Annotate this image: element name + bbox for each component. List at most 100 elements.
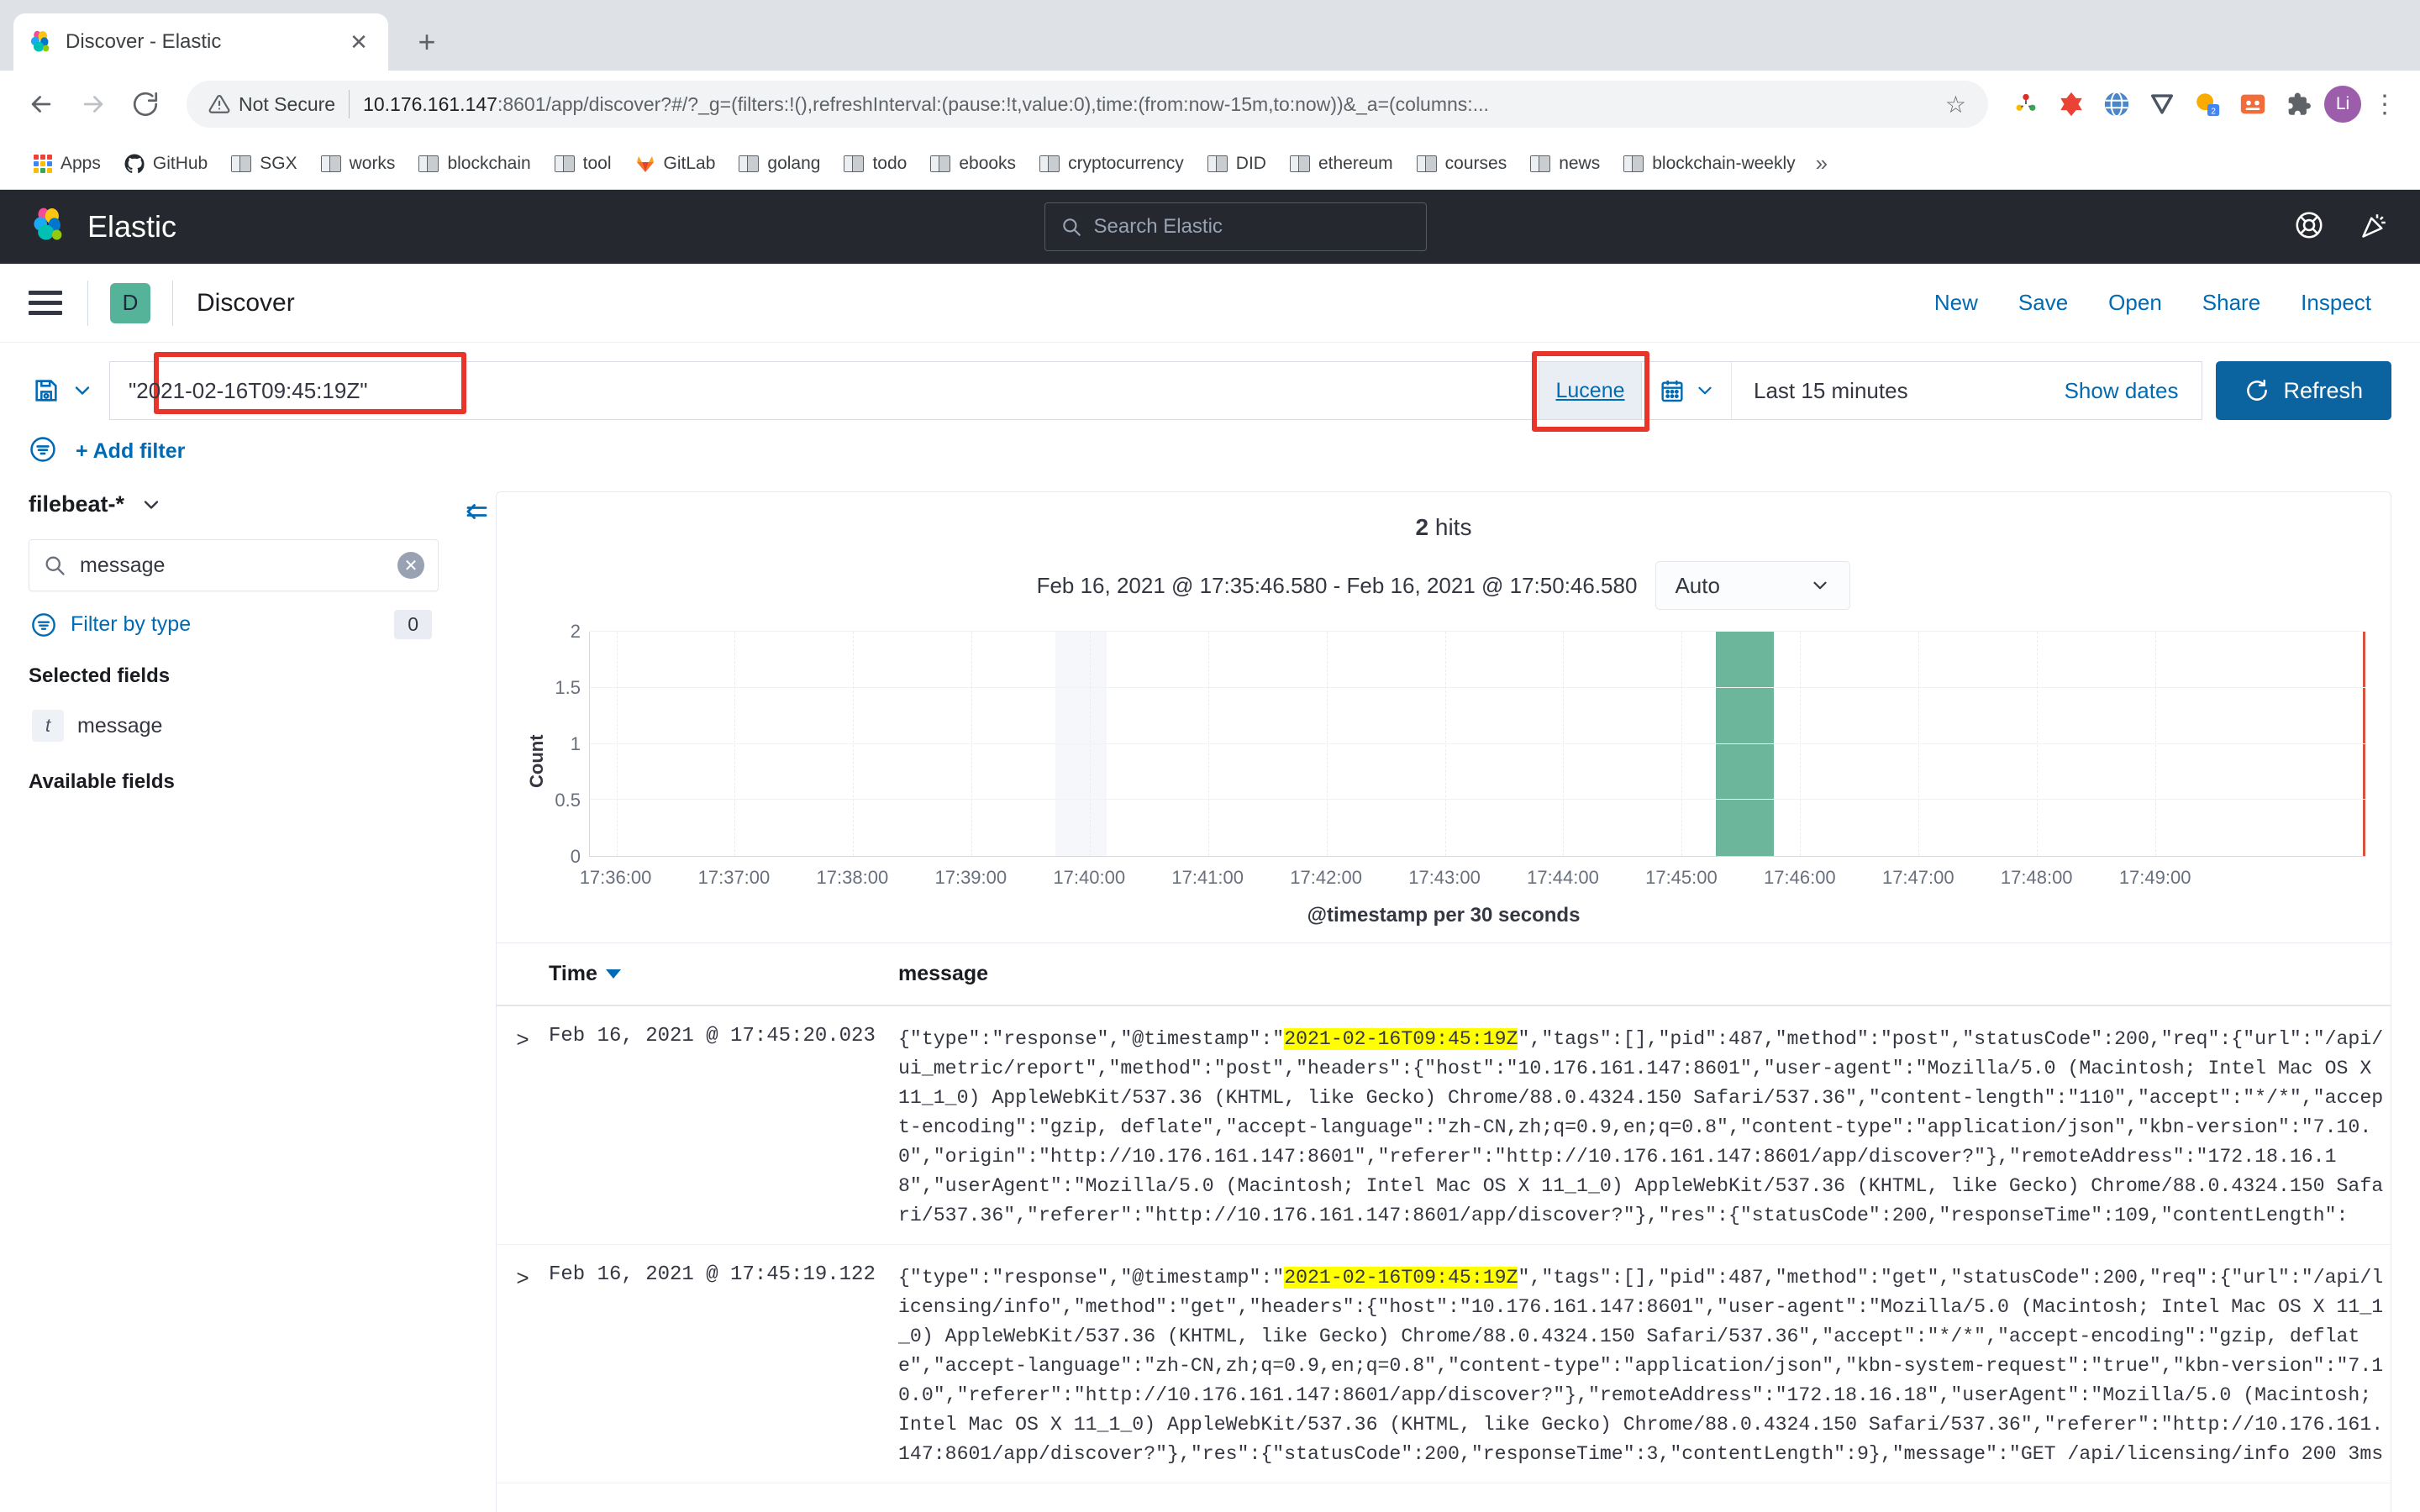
time-column-header[interactable]: Time (549, 962, 898, 986)
app-nav-bar: D Discover New Save Open Share Inspect (0, 264, 2420, 343)
share-button[interactable]: Share (2182, 290, 2281, 316)
chart-gridline (1326, 632, 1328, 856)
profile-avatar[interactable]: Li (2324, 86, 2361, 123)
back-icon[interactable] (18, 81, 64, 127)
bookmark-blockchain-weekly[interactable]: blockchain-weekly (1612, 149, 1807, 179)
address-bar[interactable]: Not Secure 10.176.161.147:8601/app/disco… (187, 81, 1988, 128)
histogram-bar[interactable] (1715, 632, 1775, 856)
extension-icon-1[interactable] (2007, 85, 2045, 123)
x-tick: 17:46:00 (1764, 867, 1836, 888)
extension-icon-2[interactable] (2052, 85, 2091, 123)
extension-icon-4[interactable] (2143, 85, 2181, 123)
new-button[interactable]: New (1914, 290, 1998, 316)
kibana-brand[interactable]: Elastic (30, 206, 176, 249)
index-pattern-name: filebeat-* (29, 491, 125, 517)
close-icon[interactable]: ✕ (345, 28, 373, 56)
nav-divider (87, 280, 88, 326)
bookmark-ethereum[interactable]: ethereum (1278, 149, 1405, 179)
security-indicator[interactable]: Not Secure (208, 93, 335, 116)
filter-by-type-button[interactable]: Filter by type 0 (29, 591, 439, 658)
saved-query-button[interactable] (29, 376, 109, 405)
field-search-input[interactable]: message ✕ (29, 539, 439, 591)
query-language-button[interactable]: Lucene (1532, 351, 1650, 432)
bookmark-courses[interactable]: courses (1405, 149, 1519, 179)
row-message: {"type":"response","@timestamp":"2021-02… (898, 1025, 2391, 1231)
security-label: Not Secure (239, 92, 336, 115)
time-range-label[interactable]: Last 15 minutes (1732, 378, 1930, 404)
chart-gridline (1918, 632, 1920, 856)
bookmark-ebooks[interactable]: ebooks (918, 149, 1028, 179)
refresh-button[interactable]: Refresh (2216, 361, 2391, 420)
bookmark-works[interactable]: works (309, 149, 408, 179)
x-tick: 17:48:00 (2000, 867, 2073, 888)
folder-icon (231, 155, 252, 172)
refresh-icon (2247, 379, 2268, 401)
news-feed-icon[interactable] (2360, 210, 2390, 244)
chart-gridline (1089, 632, 1091, 856)
help-icon[interactable] (2294, 210, 2324, 244)
field-item-message[interactable]: t message (29, 703, 439, 764)
document-table: Time message > Feb 16, 2021 @ 17:45:20.0… (497, 942, 2391, 1483)
chart-plot-area[interactable] (589, 631, 2365, 857)
clear-icon[interactable]: ✕ (397, 552, 424, 579)
bookmark-tool[interactable]: tool (543, 149, 623, 179)
y-axis-ticks: 0 0.5 1 1.5 2 (552, 621, 589, 867)
save-button[interactable]: Save (1998, 290, 2088, 316)
chart-gridline (853, 632, 855, 856)
bookmark-blockchain[interactable]: blockchain (407, 149, 542, 179)
add-filter-button[interactable]: + Add filter (76, 439, 185, 464)
menu-icon[interactable] (29, 291, 62, 315)
table-row[interactable]: > Feb 16, 2021 @ 17:45:19.122 {"type":"r… (497, 1245, 2391, 1483)
url-text: 10.176.161.147:8601/app/discover?#/?_g=(… (363, 93, 1935, 116)
calendar-icon (1661, 381, 1683, 402)
bookmark-github[interactable]: GitHub (113, 149, 219, 179)
show-dates-button[interactable]: Show dates (1930, 378, 2202, 404)
query-input[interactable]: "2021-02-16T09:45:19Z" (109, 352, 1539, 420)
filter-icon[interactable] (29, 435, 57, 468)
bookmark-apps[interactable]: Apps (22, 149, 113, 179)
chart-gridline (971, 632, 973, 856)
expand-row-button[interactable]: > (497, 1263, 549, 1469)
sort-desc-icon[interactable] (605, 969, 621, 979)
hits-count: 2 (1415, 514, 1429, 540)
calendar-quick-select-button[interactable] (1642, 377, 1731, 404)
field-type-string-icon: t (32, 710, 64, 742)
nav-divider (172, 280, 173, 326)
chart-hover-band (1055, 632, 1107, 856)
bookmark-cryptocurrency[interactable]: cryptocurrency (1028, 149, 1196, 179)
interval-select[interactable]: Auto (1655, 561, 1851, 610)
index-pattern-selector[interactable]: filebeat-* (29, 491, 439, 517)
x-tick: 17:43:00 (1408, 867, 1481, 888)
omnibox-divider (349, 90, 350, 118)
extension-icon-5[interactable]: 2 (2188, 85, 2227, 123)
filter-by-type-label: Filter by type (71, 612, 192, 636)
browser-tab[interactable]: Discover - Elastic ✕ (13, 13, 388, 71)
extension-icon-3[interactable] (2097, 85, 2136, 123)
open-button[interactable]: Open (2088, 290, 2182, 316)
collapse-sidebar-button[interactable] (460, 480, 496, 531)
bookmark-label: GitHub (152, 153, 208, 173)
extension-icon-6[interactable] (2233, 85, 2272, 123)
bookmark-todo[interactable]: todo (832, 149, 918, 179)
bookmark-label: golang (767, 153, 821, 173)
reload-icon[interactable] (123, 81, 168, 127)
message-column-header[interactable]: message (898, 962, 988, 986)
bookmark-gitlab[interactable]: GitLab (623, 149, 728, 179)
bookmark-star-icon[interactable]: ☆ (1945, 91, 1966, 118)
expand-row-button[interactable]: > (497, 1025, 549, 1231)
table-row[interactable]: > Feb 16, 2021 @ 17:45:20.023 {"type":"r… (497, 1006, 2391, 1245)
bookmark-sgx[interactable]: SGX (219, 149, 308, 179)
new-tab-button[interactable]: + (405, 20, 449, 64)
bookmarks-overflow-icon[interactable]: » (1816, 150, 1828, 176)
inspect-button[interactable]: Inspect (2281, 290, 2391, 316)
bookmark-did[interactable]: DID (1196, 149, 1278, 179)
chrome-menu-icon[interactable]: ⋮ (2368, 90, 2402, 119)
bookmark-news[interactable]: news (1518, 149, 1612, 179)
chevron-right-icon: > (516, 1028, 529, 1053)
hits-counter: 2 hits (497, 492, 2391, 541)
row-time: Feb 16, 2021 @ 17:45:20.023 (549, 1025, 876, 1047)
folder-icon (320, 155, 341, 172)
global-search-input[interactable]: Search Elastic (1044, 202, 1427, 251)
bookmark-golang[interactable]: golang (727, 149, 832, 179)
extensions-puzzle-icon[interactable] (2279, 85, 2317, 123)
